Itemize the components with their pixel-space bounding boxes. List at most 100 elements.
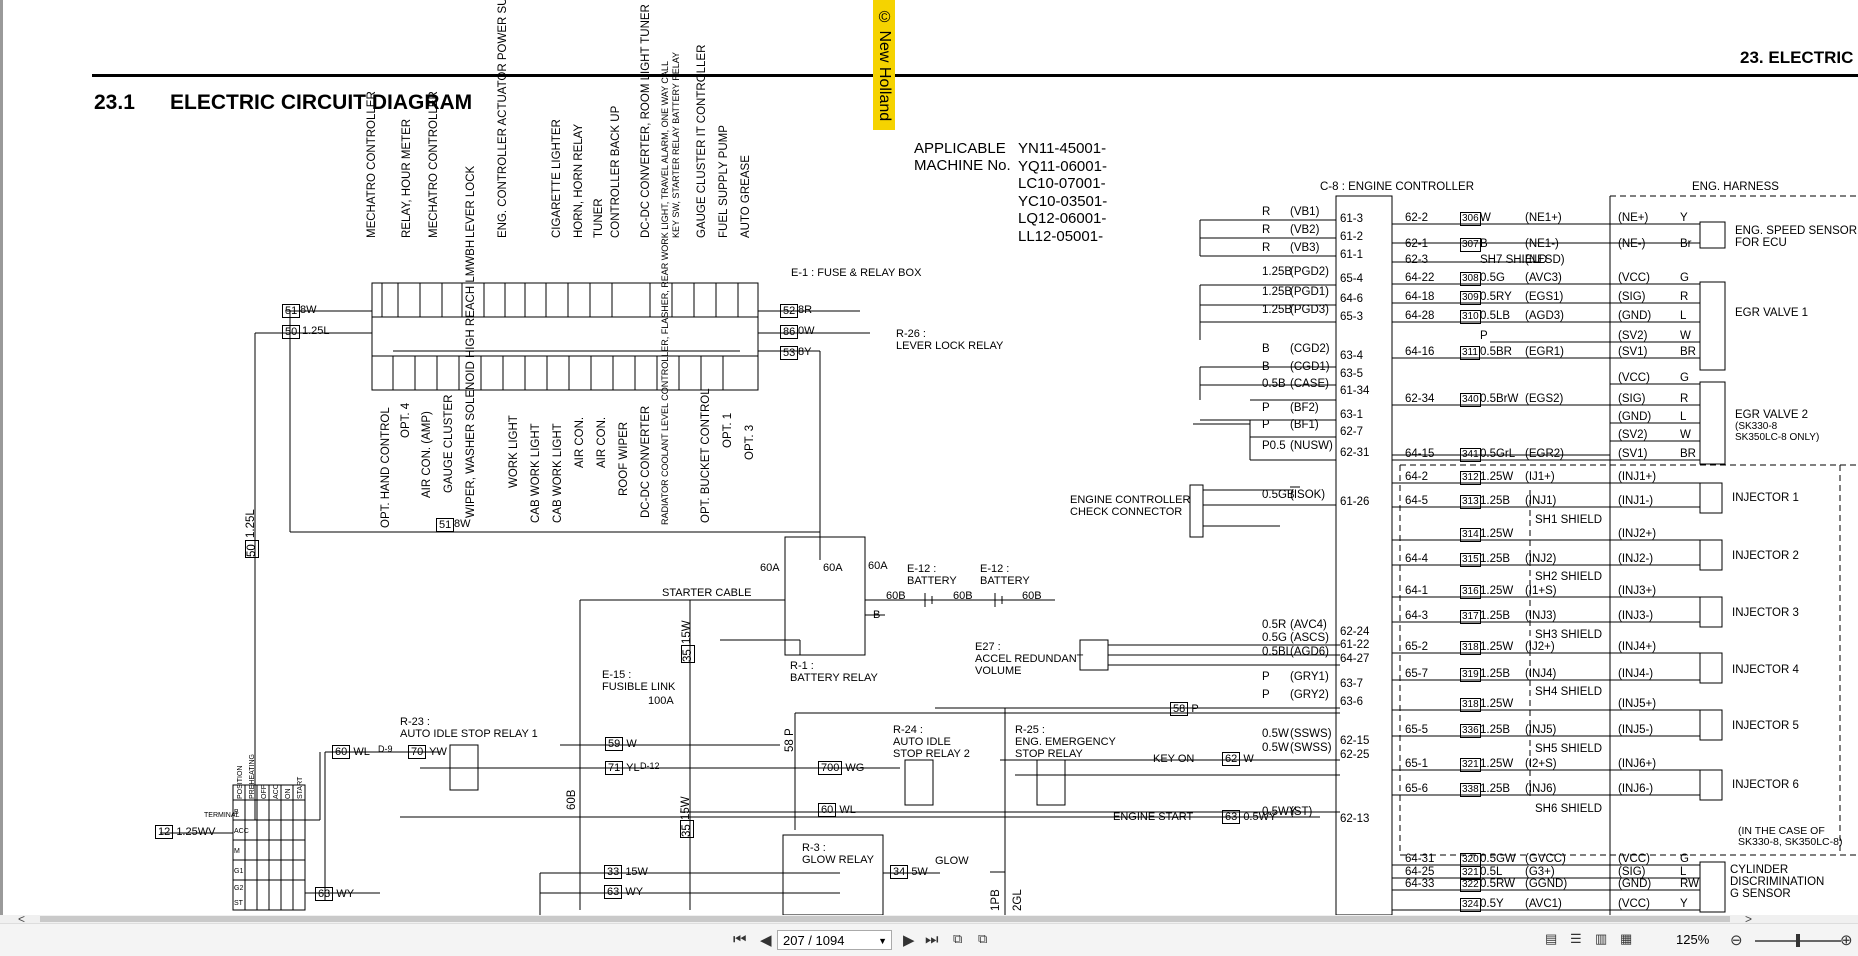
controller-right-wire: 0.5RW: [1480, 878, 1515, 890]
controller-pin: 65-2: [1405, 641, 1429, 653]
controller-left-signal: (ISOK): [1290, 489, 1326, 501]
cyl-sensor-box: [1699, 861, 1726, 913]
wire-label: 8W: [454, 518, 471, 530]
scrollbar-thumb[interactable]: [40, 916, 1730, 922]
wire-id: 51: [282, 304, 301, 318]
case-note: (IN THE CASE OF SK330-8, SK350LC-8): [1738, 825, 1843, 848]
wire-id: 316: [1460, 585, 1481, 599]
wire-label: 8W: [300, 304, 317, 316]
key-col-label: OFF: [261, 785, 268, 799]
controller-left-signal: (GRY2): [1290, 689, 1329, 701]
two-page-view-icon[interactable]: ▥: [1595, 931, 1607, 947]
inj1-box: [1699, 482, 1723, 514]
fuse-top-label: FUEL SUPPLY PUMP: [718, 125, 730, 238]
speed-sensor-label: ENG. SPEED SENSOR FOR ECU: [1735, 225, 1858, 249]
controller-pin: 65-1: [1405, 758, 1429, 770]
controller-pin: 62-15: [1340, 735, 1370, 747]
controller-left-wire: R: [1262, 224, 1271, 236]
harness-signal: (INJ2-): [1618, 553, 1654, 565]
controller-pin: 62-2: [1405, 212, 1429, 224]
harness-signal: (SIG): [1618, 291, 1646, 303]
controller-left-wire: 0.5W: [1262, 728, 1289, 740]
shield-label: SH2 SHIELD: [1535, 571, 1603, 583]
fuse-top-label: TUNER: [593, 198, 605, 238]
controller-pin: 64-5: [1405, 495, 1429, 507]
two-page-continuous-icon[interactable]: ▦: [1620, 931, 1632, 947]
e27-box: [1079, 639, 1109, 671]
controller-right-wire: 0.5Y: [1480, 898, 1504, 910]
wire-label: 63 WY: [315, 887, 354, 901]
cyl-sensor-label: CYLINDER DISCRIMINATION G SENSOR: [1730, 864, 1825, 900]
controller-left-signal: (BF1): [1290, 419, 1319, 431]
controller-pin: 61-3: [1340, 213, 1364, 225]
prev-page-button[interactable]: ◀: [760, 931, 772, 949]
controller-left-signal: (VB2): [1290, 224, 1320, 236]
controller-pin: 61-26: [1340, 496, 1370, 508]
wire-id: 322: [1460, 878, 1481, 892]
controller-right-signal: (NE1+): [1525, 212, 1562, 224]
controller-left-wire: R: [1262, 242, 1271, 254]
harness-wire-color: W: [1680, 330, 1691, 342]
harness-wire-color: R: [1680, 393, 1689, 405]
fuse-bottom-label: GAUGE CLUSTER: [443, 394, 455, 493]
pages-icon[interactable]: ⧉: [978, 931, 987, 947]
wire-label: 63 WY: [604, 885, 644, 899]
zoom-out-button[interactable]: ⊖: [1730, 931, 1743, 949]
wire-id: 50: [282, 325, 301, 339]
zoom-slider-knob[interactable]: [1796, 934, 1800, 947]
fuse-top-label: GAUGE CLUSTER IT CONTROLLER: [696, 44, 708, 238]
continuous-view-icon[interactable]: ☰: [1570, 931, 1582, 947]
e27-label: E27 : ACCEL REDUNDANT VOLUME: [975, 641, 1084, 677]
controller-pin: 63-4: [1340, 350, 1364, 362]
copy-icon[interactable]: ⧉: [953, 931, 962, 947]
wire-id: 63: [604, 885, 623, 899]
wire-id: 71: [605, 761, 624, 775]
first-page-button[interactable]: ⏮: [733, 931, 747, 948]
harness-signal: (GND): [1618, 411, 1652, 423]
next-page-button[interactable]: ▶: [903, 931, 915, 949]
wire-id: 336: [1460, 724, 1481, 738]
wire-id: 313: [1460, 495, 1481, 509]
controller-right-signal: (AVC3): [1525, 272, 1562, 284]
battery1-label: E-12 : BATTERY: [907, 563, 957, 587]
harness-signal: (INJ2+): [1618, 528, 1657, 540]
page-number-select[interactable]: 207 / 1094 ▼: [777, 930, 892, 950]
inj2-box: [1699, 539, 1723, 571]
controller-right-signal: (G3+): [1525, 866, 1555, 878]
harness-signal: (VCC): [1618, 272, 1650, 284]
injector-label: INJECTOR 2: [1732, 550, 1799, 562]
wire-label: 60B: [1022, 590, 1042, 602]
controller-right-wire: 1.25W: [1480, 528, 1514, 540]
wire-id: 60: [332, 745, 351, 759]
controller-right-signal: (EGS1): [1525, 291, 1564, 303]
injector-label: INJECTOR 5: [1732, 720, 1799, 732]
horizontal-scrollbar[interactable]: < >: [0, 912, 1858, 926]
key-col-label: PREHEATING: [249, 754, 256, 799]
r24-label: R-24 : AUTO IDLE STOP RELAY 2: [893, 724, 970, 760]
key-row-label: ACC: [234, 828, 249, 835]
last-page-button[interactable]: ⏭: [925, 931, 939, 948]
controller-left-signal: (ASCS): [1290, 632, 1329, 644]
harness-signal: (SIG): [1618, 866, 1646, 878]
controller-pin: 63-1: [1340, 409, 1364, 421]
speed-sensor-box: [1699, 221, 1726, 249]
controller-right-signal: (EGR2): [1525, 448, 1564, 460]
wire-color: WY: [625, 886, 644, 898]
check-connector-box: [1189, 484, 1204, 538]
single-page-view-icon[interactable]: ▤: [1545, 931, 1557, 947]
controller-pin: 62-31: [1340, 447, 1370, 459]
zoom-in-button[interactable]: ⊕: [1840, 931, 1853, 949]
r23-label: R-23 : AUTO IDLE STOP RELAY 1: [400, 716, 538, 740]
wire-color: W: [626, 738, 637, 750]
harness-signal: (INJ6-): [1618, 783, 1654, 795]
vertical-wire: 1PB: [990, 889, 1002, 911]
fuse-bottom-label: ROOF WIPER: [618, 421, 630, 496]
controller-left-wire: P: [1262, 419, 1270, 431]
wire-id: 324: [1460, 898, 1481, 912]
document-viewport[interactable]: 23. ELECTRIC 23.1 ELECTRIC CIRCUIT DIAGR…: [0, 0, 1858, 915]
harness-signal: (NE+): [1618, 212, 1649, 224]
wire-color: 15W: [625, 866, 648, 878]
controller-pin: 63-6: [1340, 696, 1364, 708]
controller-pin: 62-13: [1340, 813, 1370, 825]
harness-wire-color: BR: [1680, 448, 1696, 460]
